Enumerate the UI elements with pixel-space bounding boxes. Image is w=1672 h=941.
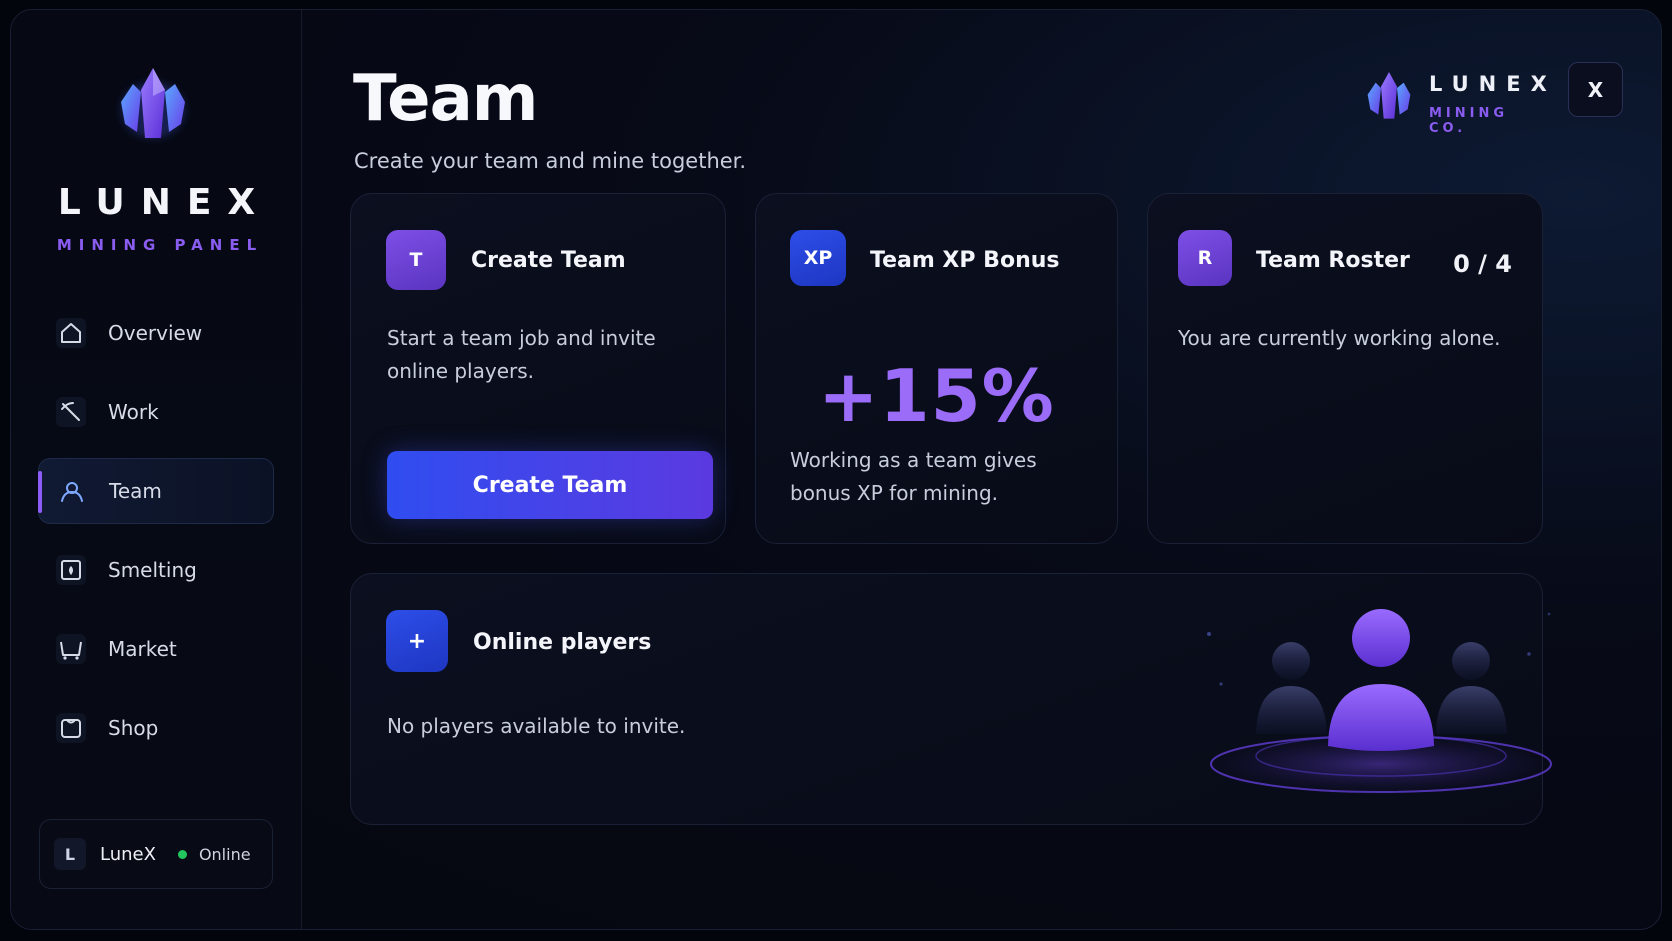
sidebar: LUNEX MINING PANEL Overview Work Team Sm… — [11, 10, 302, 929]
create-team-badge: T — [386, 230, 446, 290]
user-icon — [57, 476, 87, 506]
avatar: L — [54, 838, 86, 870]
crystal-logo-icon — [1367, 72, 1411, 119]
sidebar-item-team[interactable]: Team — [38, 458, 274, 524]
xp-bonus-title: Team XP Bonus — [870, 248, 1060, 273]
team-illustration-icon — [1206, 609, 1556, 794]
header-brand-subtitle: MINING CO. — [1429, 106, 1509, 136]
pickaxe-icon — [56, 397, 86, 427]
roster-count: 0 / 4 — [1453, 250, 1512, 278]
page-subtitle: Create your team and mine together. — [354, 149, 747, 173]
app-window: LUNEX MINING PANEL Overview Work Team Sm… — [10, 9, 1662, 930]
user-name: LuneX — [100, 843, 156, 865]
sidebar-item-label: Overview — [108, 321, 203, 345]
create-team-card: T Create Team Start a team job and invit… — [350, 193, 726, 544]
sidebar-item-label: Work — [108, 400, 159, 424]
sidebar-item-shop[interactable]: Shop — [38, 695, 274, 761]
online-players-card: + Online players No players available to… — [350, 573, 1556, 825]
shop-icon — [56, 713, 86, 743]
sidebar-item-overview[interactable]: Overview — [38, 300, 274, 366]
sidebar-item-label: Shop — [108, 716, 159, 740]
xp-bonus-description: Working as a team gives bonus XP for min… — [790, 448, 1037, 505]
sidebar-item-smelting[interactable]: Smelting — [38, 537, 274, 603]
sidebar-nav: Overview Work Team Smelting Market Shop — [38, 300, 274, 774]
header-brand: LUNEX MINING CO. — [1361, 64, 1551, 136]
home-icon — [56, 318, 86, 348]
sidebar-item-market[interactable]: Market — [38, 616, 274, 682]
create-team-title: Create Team — [471, 248, 626, 273]
add-player-icon: + — [386, 610, 448, 672]
sidebar-item-label: Team — [109, 479, 162, 503]
close-button[interactable]: X — [1568, 62, 1623, 117]
online-players-title: Online players — [473, 630, 652, 655]
team-roster-card: R Team Roster 0 / 4 You are currently wo… — [1147, 193, 1543, 544]
sidebar-item-label: Smelting — [108, 558, 197, 582]
sidebar-item-work[interactable]: Work — [38, 379, 274, 445]
xp-bonus-value: +15% — [818, 354, 1055, 438]
roster-title: Team Roster — [1256, 248, 1410, 273]
roster-status-text: You are currently working alone. — [1178, 326, 1501, 350]
status-text: Online — [198, 844, 251, 864]
header-brand-title: LUNEX — [1429, 72, 1557, 96]
create-team-button[interactable]: Create Team — [387, 451, 713, 519]
roster-badge: R — [1178, 230, 1232, 286]
furnace-icon — [56, 555, 86, 585]
team-xp-bonus-card: XP Team XP Bonus +15% Working as a team … — [755, 193, 1118, 544]
sidebar-item-label: Market — [108, 637, 177, 661]
crystal-logo-icon — [121, 68, 185, 138]
xp-badge: XP — [790, 230, 846, 286]
brand-title: LUNEX — [57, 182, 272, 223]
page-title: Team — [353, 62, 538, 136]
online-status-dot — [177, 849, 187, 859]
brand-subtitle: MINING PANEL — [56, 236, 264, 254]
create-team-description: Start a team job and invite online playe… — [387, 326, 656, 383]
user-status-box[interactable]: L LuneX Online — [39, 819, 273, 889]
online-players-empty-text: No players available to invite. — [387, 714, 686, 738]
cart-icon — [56, 634, 86, 664]
